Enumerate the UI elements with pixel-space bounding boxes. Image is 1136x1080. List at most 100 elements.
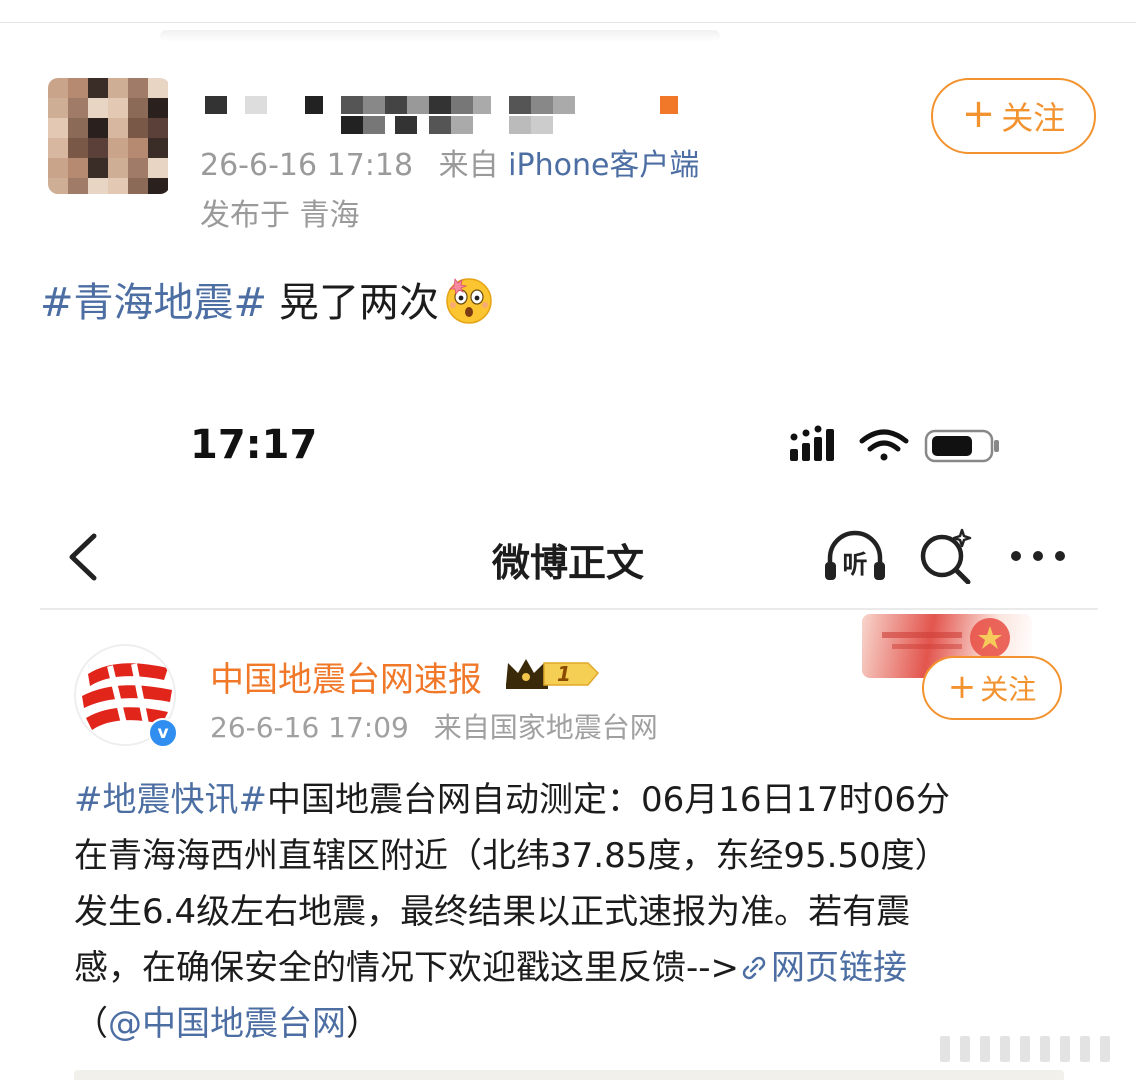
username-blur-block: [531, 116, 553, 134]
body-line-2: 在青海海西州直辖区附近（北纬37.85度，东经95.50度）: [74, 836, 949, 876]
username-blur-block: [205, 96, 227, 114]
username-blur-block: [451, 96, 473, 114]
avatar-pixel: [148, 178, 168, 194]
flushed-emoji-icon: [446, 277, 492, 324]
post-body: 晃了两次: [279, 280, 440, 326]
avatar-pixel: [48, 78, 68, 98]
post-timestamp: 26-6-16 17:18: [200, 148, 414, 183]
avatar-pixel: [88, 78, 108, 98]
search-sparkle-icon[interactable]: [918, 528, 974, 584]
plus-icon: +: [947, 666, 977, 707]
web-link-label: 网页链接: [771, 948, 908, 988]
username-blur-block: [509, 116, 531, 134]
cellular-signal-icon: [790, 425, 834, 461]
battery-icon: [924, 429, 999, 463]
avatar-pixel: [148, 98, 168, 118]
avatar-pixel: [68, 118, 88, 138]
avatar-pixel: [128, 178, 148, 194]
follow-button[interactable]: + 关注: [931, 78, 1096, 154]
avatar-pixel: [68, 78, 88, 98]
plus-icon: +: [961, 91, 996, 137]
avatar-pixel: [108, 178, 128, 194]
web-link[interactable]: 网页链接: [739, 948, 907, 988]
avatar-pixel: [148, 118, 168, 138]
username-blurred[interactable]: [205, 96, 685, 136]
avatar-pixel: [48, 98, 68, 118]
hashtag-link[interactable]: #青海地震#: [40, 270, 267, 328]
wifi-icon: [859, 429, 909, 461]
map-preview-edge: [74, 1070, 1064, 1080]
body-text: 中国地震台网自动测定：06月16日17时06分: [266, 780, 951, 820]
username-blur-block: [553, 96, 575, 114]
source-link[interactable]: iPhone客户端: [508, 148, 699, 183]
username-blur-block: [451, 116, 473, 134]
avatar-pixel: [48, 138, 68, 158]
username-blur-block: [531, 96, 553, 114]
username-blur-block: [429, 116, 451, 134]
link-chain-icon: [742, 956, 766, 980]
avatar-pixel: [88, 138, 108, 158]
username-blur-block: [395, 116, 417, 134]
top-shadow: [160, 30, 720, 42]
avatar-pixel: [128, 98, 148, 118]
top-divider: [0, 22, 1136, 23]
username-blur-block: [509, 96, 531, 114]
avatar-pixel: [68, 158, 88, 178]
username-blur-block: [660, 96, 678, 114]
listen-headphones-icon[interactable]: 听: [822, 528, 888, 584]
body-line-4: 感，在确保安全的情况下欢迎戳这里反馈--> 网页链接: [74, 940, 1054, 996]
close-paren: ）: [346, 1004, 380, 1044]
avatar-pixel: [148, 138, 168, 158]
username-blur-block: [385, 96, 407, 114]
avatar-pixel: [88, 118, 108, 138]
avatar-pixel: [128, 78, 148, 98]
avatar-pixel: [108, 138, 128, 158]
inner-hashtag-link[interactable]: #地震快讯#: [74, 780, 267, 820]
body-line-3: 发生6.4级左右地震，最终结果以正式速报为准。若有震: [74, 892, 911, 932]
post-text: #青海地震# 晃了两次: [40, 270, 495, 328]
avatar-pixel: [48, 118, 68, 138]
status-bar-icons: [790, 425, 999, 463]
username-blur-block: [245, 96, 267, 114]
inner-follow-button[interactable]: + 关注: [922, 656, 1062, 720]
mention-link[interactable]: @中国地震台网: [108, 1004, 346, 1044]
username-blur-block: [363, 96, 385, 114]
nav-divider: [40, 608, 1098, 610]
inner-post-body: #地震快讯#中国地震台网自动测定：06月16日17时06分 在青海海西州直辖区附…: [74, 772, 1054, 1052]
username-blur-block: [341, 96, 363, 114]
follow-label: 关注: [1001, 99, 1066, 137]
verified-badge-icon: v: [148, 718, 178, 748]
avatar-pixel: [148, 78, 168, 98]
avatar-pixel: [88, 158, 108, 178]
avatar-pixel: [88, 98, 108, 118]
username-blur-block: [407, 96, 429, 114]
avatar-pixel: [128, 118, 148, 138]
avatar[interactable]: [48, 78, 170, 194]
status-bar-time: 17:17: [190, 422, 318, 468]
avatar-pixel: [108, 118, 128, 138]
more-dots-icon[interactable]: [1008, 548, 1068, 564]
inner-source: 来自国家地震台网: [433, 711, 658, 744]
inner-post-meta: 26-6-16 17:09 来自国家地震台网: [210, 706, 658, 746]
inner-timestamp: 26-6-16 17:09: [210, 711, 409, 744]
username-blur-block: [363, 116, 385, 134]
avatar-pixel: [68, 98, 88, 118]
svg-text:听: 听: [842, 550, 867, 579]
username-blur-block: [341, 116, 363, 134]
avatar-pixel: [48, 158, 68, 178]
avatar-pixel: [128, 158, 148, 178]
body-line-1: #地震快讯#中国地震台网自动测定：06月16日17时06分: [74, 772, 1054, 828]
watermark-stripes-icon: [940, 1036, 1110, 1062]
avatar-pixel: [108, 158, 128, 178]
username-blur-block: [473, 96, 491, 114]
svg-text:1: 1: [557, 662, 571, 686]
avatar-pixel: [108, 98, 128, 118]
source-prefix: 来自: [438, 148, 499, 183]
avatar-pixel: [88, 178, 108, 194]
username-blur-block: [305, 96, 323, 114]
vip-crown-badge-icon[interactable]: 1: [504, 655, 600, 691]
author-name[interactable]: 中国地震台网速报: [210, 652, 482, 701]
avatar-pixel: [128, 138, 148, 158]
avatar-pixel: [48, 178, 68, 194]
username-blur-block: [429, 96, 451, 114]
